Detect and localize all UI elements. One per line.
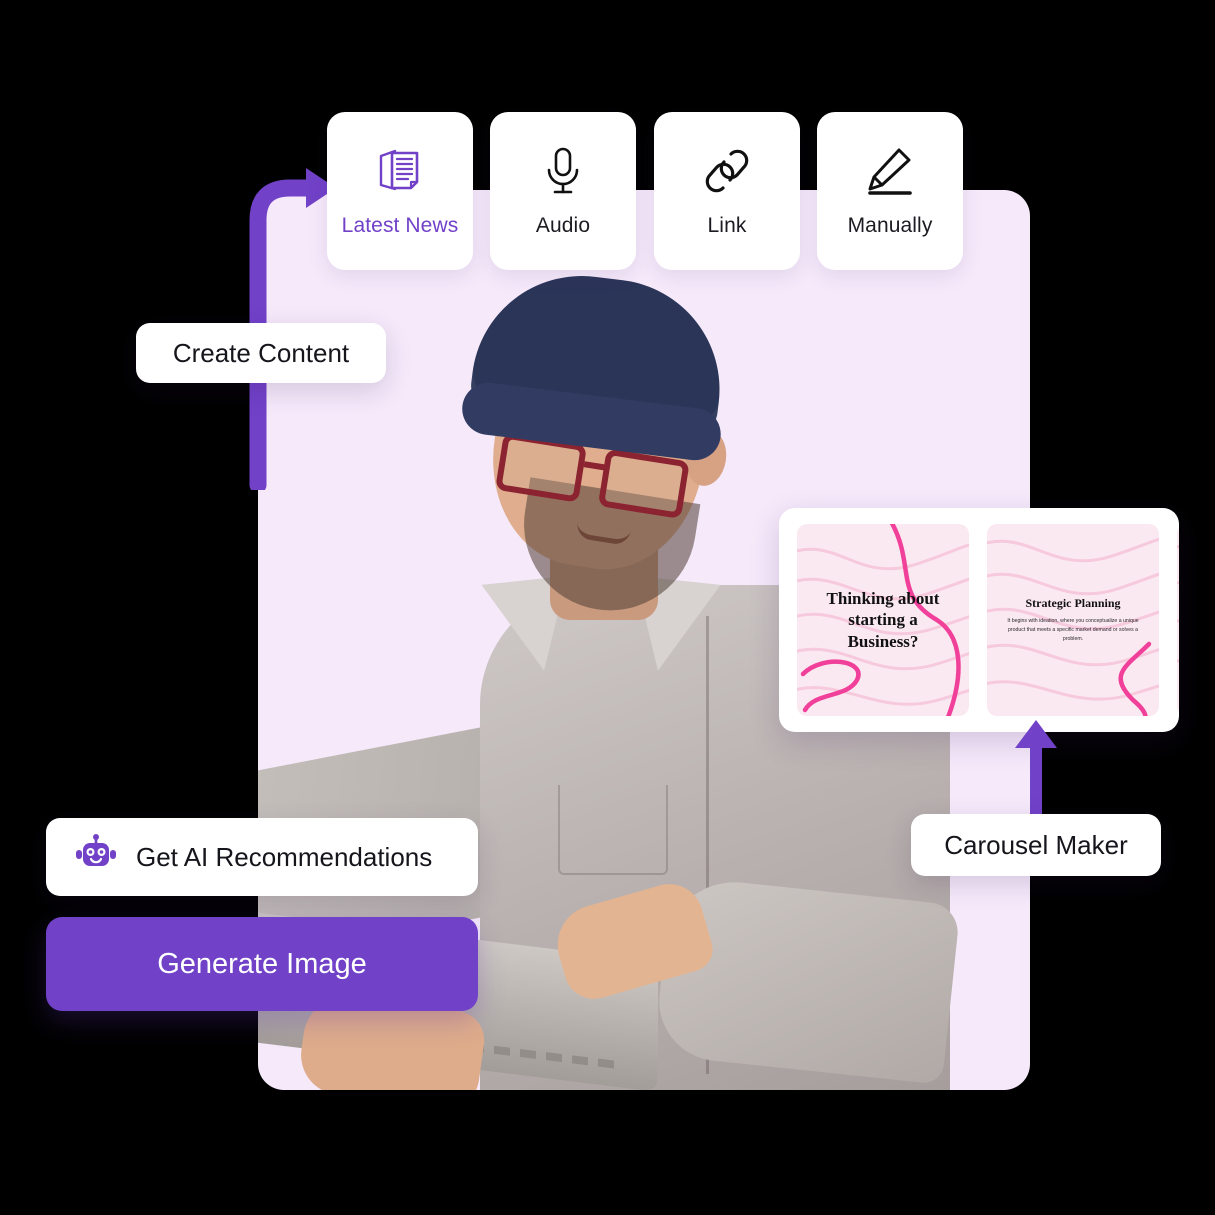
robot-icon <box>74 833 118 881</box>
carousel-slide[interactable]: Thinking about starting a Business? <box>797 524 969 716</box>
carousel-slide-title: Thinking about starting a Business? <box>826 589 940 651</box>
get-ai-recommendations-text: Get AI Recommendations <box>136 841 433 872</box>
carousel-preview-panel[interactable]: Thinking about starting a Business? Stra… <box>779 508 1179 732</box>
carousel-slide-title: Strategic Planning <box>1025 596 1121 611</box>
source-card-label: Manually <box>847 214 933 237</box>
carousel-slide[interactable]: Strategic Planning It begins with ideati… <box>987 524 1159 716</box>
link-chain-icon <box>700 144 754 198</box>
shirt-pocket <box>558 785 668 875</box>
source-card-latest-news[interactable]: Latest News <box>327 112 473 270</box>
beanie-hat <box>467 263 733 441</box>
carousel-maker-text: Carousel Maker <box>944 829 1128 860</box>
arrow-up-icon <box>1015 720 1057 828</box>
eyeglass-bridge <box>583 461 607 471</box>
generate-image-button[interactable]: Generate Image <box>46 917 478 1011</box>
carousel-slide[interactable]: A company starts business with a unique … <box>1177 524 1179 716</box>
source-card-audio[interactable]: Audio <box>490 112 636 270</box>
source-card-link[interactable]: Link <box>654 112 800 270</box>
pencil-icon <box>863 144 917 198</box>
hero-illustration: Latest News Audio Link Manually Create C… <box>0 0 1215 1215</box>
carousel-slide-body: It begins with ideation, where you conce… <box>1007 618 1139 642</box>
decorative-swirl <box>1177 544 1179 663</box>
microphone-icon <box>538 144 588 198</box>
carousel-maker-label[interactable]: Carousel Maker <box>911 814 1161 876</box>
create-content-label[interactable]: Create Content <box>136 323 386 383</box>
source-card-label: Link <box>707 214 747 237</box>
get-ai-recommendations-button[interactable]: Get AI Recommendations <box>46 818 478 896</box>
source-card-label: Audio <box>535 214 591 237</box>
source-card-manually[interactable]: Manually <box>817 112 963 270</box>
eyeglass-lens-right <box>597 448 690 519</box>
documents-icon <box>373 144 427 198</box>
create-content-text: Create Content <box>172 337 350 368</box>
source-card-label: Latest News <box>341 214 459 237</box>
